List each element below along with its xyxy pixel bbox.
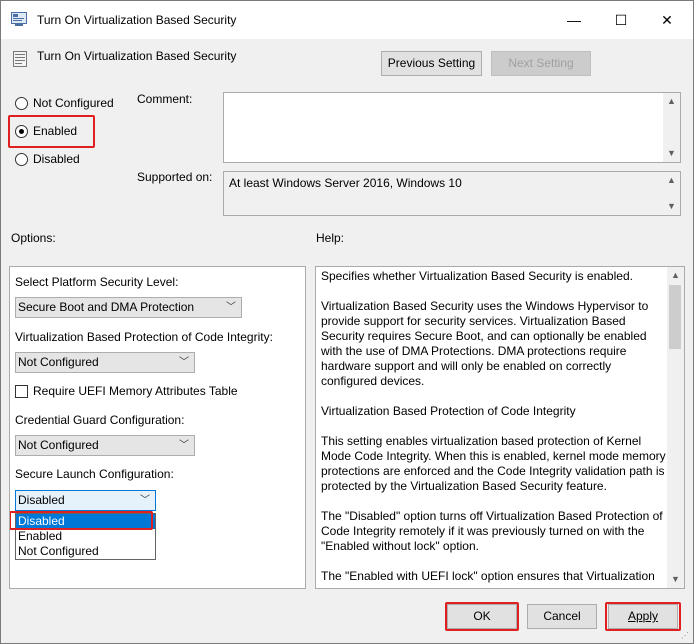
title-bar[interactable]: Turn On Virtualization Based Security — … <box>1 1 693 39</box>
secure-launch-value: Disabled <box>18 493 65 507</box>
radio-disabled[interactable]: Disabled <box>15 152 80 166</box>
close-button[interactable]: ✕ <box>644 1 690 39</box>
radio-button[interactable] <box>15 96 28 110</box>
help-text: Specifies whether Virtualization Based S… <box>321 269 666 588</box>
highlight-disabled-option <box>10 511 153 530</box>
highlight-apply-button <box>605 602 681 631</box>
scroll-up-icon[interactable]: ▲ <box>663 93 680 110</box>
policy-title: Turn On Virtualization Based Security <box>37 49 237 63</box>
maximize-button[interactable]: ☐ <box>598 1 644 39</box>
uefi-checkbox[interactable] <box>15 384 28 398</box>
window-title: Turn On Virtualization Based Security <box>37 13 237 27</box>
help-paragraph: This setting enables virtualization base… <box>321 434 666 493</box>
chevron-down-icon: ﹀ <box>226 302 236 313</box>
previous-setting-label: Previous Setting <box>387 56 476 70</box>
scroll-down-icon[interactable]: ▼ <box>663 145 680 162</box>
cancel-label: Cancel <box>543 609 581 623</box>
help-paragraph: Virtualization Based Security uses the W… <box>321 299 649 388</box>
radio-label: Not Configured <box>33 96 114 110</box>
platform-security-value: Secure Boot and DMA Protection <box>18 300 195 314</box>
minimize-button[interactable]: — <box>551 1 597 39</box>
help-panel: Specifies whether Virtualization Based S… <box>315 266 685 589</box>
credential-guard-label: Credential Guard Configuration: <box>15 413 185 427</box>
highlight-ok-button <box>445 602 519 631</box>
credential-guard-value: Not Configured <box>18 438 99 452</box>
help-heading: Help: <box>316 231 345 245</box>
help-paragraph: The "Enabled with UEFI lock" option ensu… <box>321 569 655 583</box>
chevron-down-icon: ﹀ <box>179 357 189 368</box>
chevron-down-icon: ﹀ <box>179 440 189 451</box>
cancel-button[interactable]: Cancel <box>527 604 597 629</box>
supported-on-value: At least Windows Server 2016, Windows 10 <box>229 176 462 190</box>
options-panel: Select Platform Security Level: Secure B… <box>9 266 306 589</box>
dropdown-option-not-configured[interactable]: Not Configured <box>16 544 155 559</box>
uefi-checkbox-row[interactable]: Require UEFI Memory Attributes Table <box>15 384 238 398</box>
scroll-down-icon[interactable]: ▼ <box>667 571 684 588</box>
chevron-down-icon: ﹀ <box>140 495 150 506</box>
policy-app-icon <box>11 12 27 26</box>
policy-dialog-window: Turn On Virtualization Based Security — … <box>0 0 694 644</box>
supported-scrollbar[interactable]: ▲ ▼ <box>663 172 680 215</box>
resize-grip-icon[interactable]: ⋰ <box>681 631 691 641</box>
options-heading: Options: <box>11 231 56 245</box>
code-integrity-value: Not Configured <box>18 355 99 369</box>
radio-not-configured[interactable]: Not Configured <box>15 96 114 110</box>
radio-button[interactable] <box>15 152 28 166</box>
platform-security-select[interactable]: Secure Boot and DMA Protection ﹀ <box>15 297 242 318</box>
platform-security-label: Select Platform Security Level: <box>15 275 179 289</box>
secure-launch-label: Secure Launch Configuration: <box>15 467 174 481</box>
next-setting-button: Next Setting <box>491 51 591 76</box>
comment-label: Comment: <box>137 92 193 106</box>
supported-on-label: Supported on: <box>137 170 213 184</box>
scroll-up-icon[interactable]: ▲ <box>663 172 680 189</box>
dropdown-option-enabled[interactable]: Enabled <box>16 529 155 544</box>
help-paragraph: The "Disabled" option turns off Virtuali… <box>321 509 663 553</box>
credential-guard-select[interactable]: Not Configured ﹀ <box>15 435 195 456</box>
previous-setting-button[interactable]: Previous Setting <box>381 51 482 76</box>
highlight-enabled-radio <box>8 115 95 148</box>
comment-scrollbar[interactable]: ▲ ▼ <box>663 93 680 162</box>
help-paragraph: Virtualization Based Protection of Code … <box>321 404 576 418</box>
help-paragraph: Specifies whether Virtualization Based S… <box>321 269 633 283</box>
setting-icon <box>13 51 27 67</box>
scroll-thumb[interactable] <box>669 285 681 349</box>
supported-on-field: At least Windows Server 2016, Windows 10… <box>223 171 681 216</box>
scroll-down-icon[interactable]: ▼ <box>663 198 680 215</box>
secure-launch-select[interactable]: Disabled ﹀ <box>15 490 156 511</box>
uefi-checkbox-label: Require UEFI Memory Attributes Table <box>33 384 238 398</box>
comment-textarea[interactable]: ▲ ▼ <box>223 92 681 163</box>
next-setting-label: Next Setting <box>508 56 574 70</box>
radio-label: Disabled <box>33 152 80 166</box>
code-integrity-label: Virtualization Based Protection of Code … <box>15 330 273 344</box>
help-scrollbar[interactable]: ▲ ▼ <box>667 267 684 588</box>
code-integrity-select[interactable]: Not Configured ﹀ <box>15 352 195 373</box>
scroll-up-icon[interactable]: ▲ <box>667 267 684 284</box>
